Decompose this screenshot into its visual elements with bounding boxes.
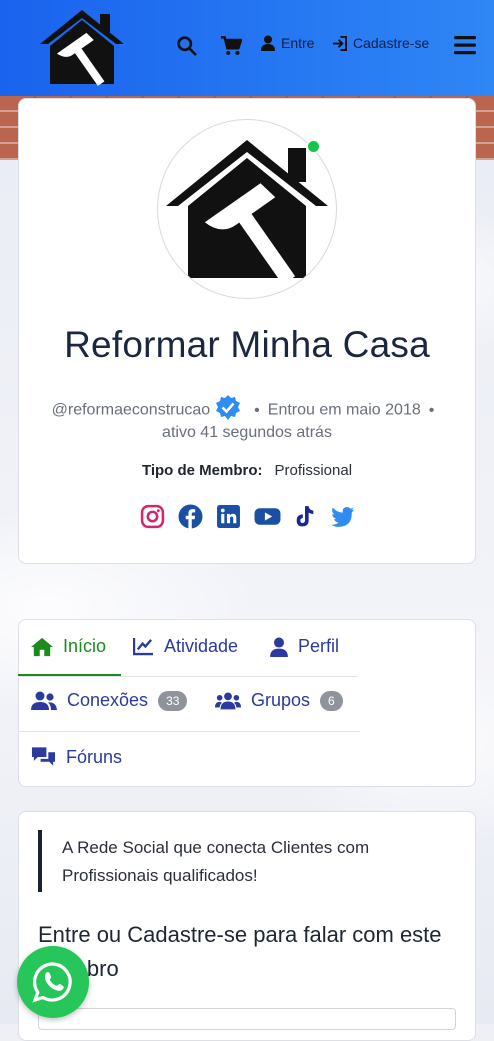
tab-groups-label: Grupos	[251, 690, 311, 710]
register-link[interactable]: Cadastre-se	[332, 35, 429, 51]
login-prompt: Entre ou Cadastre-se para falar com este…	[38, 922, 442, 981]
cart-icon[interactable]	[220, 35, 242, 56]
whatsapp-button[interactable]	[17, 946, 89, 1018]
search-icon[interactable]	[176, 35, 197, 56]
chart-line-icon	[133, 637, 153, 656]
site-header: Entre Cadastre-se	[0, 0, 494, 96]
profile-meta: @reformaeconstrucao • Entrou em maio 2018 •	[18, 394, 476, 427]
youtube-icon[interactable]	[254, 504, 281, 529]
social-links	[140, 504, 355, 529]
site-logo[interactable]	[36, 6, 128, 86]
users-icon	[31, 691, 57, 710]
profile-joined: Entrou em maio 2018	[267, 401, 421, 419]
login-label: Entre	[281, 35, 315, 51]
menu-icon[interactable]	[454, 35, 476, 55]
profile-name: Reformar Minha Casa	[64, 324, 430, 365]
profile-handle: @reformaeconstrucao	[51, 401, 211, 419]
tab-activity[interactable]: Atividade	[133, 636, 238, 657]
tab-connections-label: Conexões	[67, 690, 149, 710]
member-type: Tipo de Membro: Profissional	[18, 462, 476, 479]
comments-icon	[31, 747, 56, 766]
profile-active: ativo 41 segundos atrás	[162, 424, 332, 441]
user-icon	[261, 35, 275, 51]
member-type-label: Tipo de Membro:	[141, 462, 263, 479]
tiktok-icon[interactable]	[292, 504, 317, 529]
member-type-value: Profissional	[274, 462, 353, 479]
tab-connections[interactable]: Conexões 33	[31, 690, 188, 711]
groups-count-badge: 6	[320, 690, 343, 711]
tab-profile-label: Perfil	[298, 636, 340, 656]
quote-bar	[38, 830, 42, 892]
tab-groups[interactable]: Grupos 6	[215, 690, 343, 711]
tab-home-label: Início	[63, 636, 107, 656]
verified-badge-icon	[214, 394, 242, 427]
tab-home[interactable]: Início	[31, 636, 106, 657]
tagline-quote: A Rede Social que conecta Clientes com P…	[62, 838, 370, 885]
login-link[interactable]: Entre	[261, 35, 314, 51]
sign-in-icon	[332, 35, 347, 51]
linkedin-icon[interactable]	[216, 504, 241, 529]
twitter-icon[interactable]	[330, 504, 355, 529]
tab-profile[interactable]: Perfil	[270, 636, 339, 657]
online-status-dot	[306, 139, 321, 154]
instagram-icon[interactable]	[140, 504, 165, 529]
tab-forums-label: Fóruns	[66, 746, 123, 767]
home-icon	[31, 637, 53, 656]
connections-count-badge: 33	[158, 690, 188, 711]
divider	[18, 676, 358, 677]
register-label: Cadastre-se	[353, 35, 430, 51]
tab-activity-label: Atividade	[164, 636, 239, 656]
user-icon	[270, 637, 288, 657]
divider	[18, 731, 360, 732]
whatsapp-icon	[32, 962, 72, 1003]
facebook-icon[interactable]	[178, 504, 203, 529]
user-group-icon	[215, 691, 241, 709]
tab-forums[interactable]: Fóruns	[31, 746, 122, 768]
form-field[interactable]	[38, 1008, 456, 1030]
